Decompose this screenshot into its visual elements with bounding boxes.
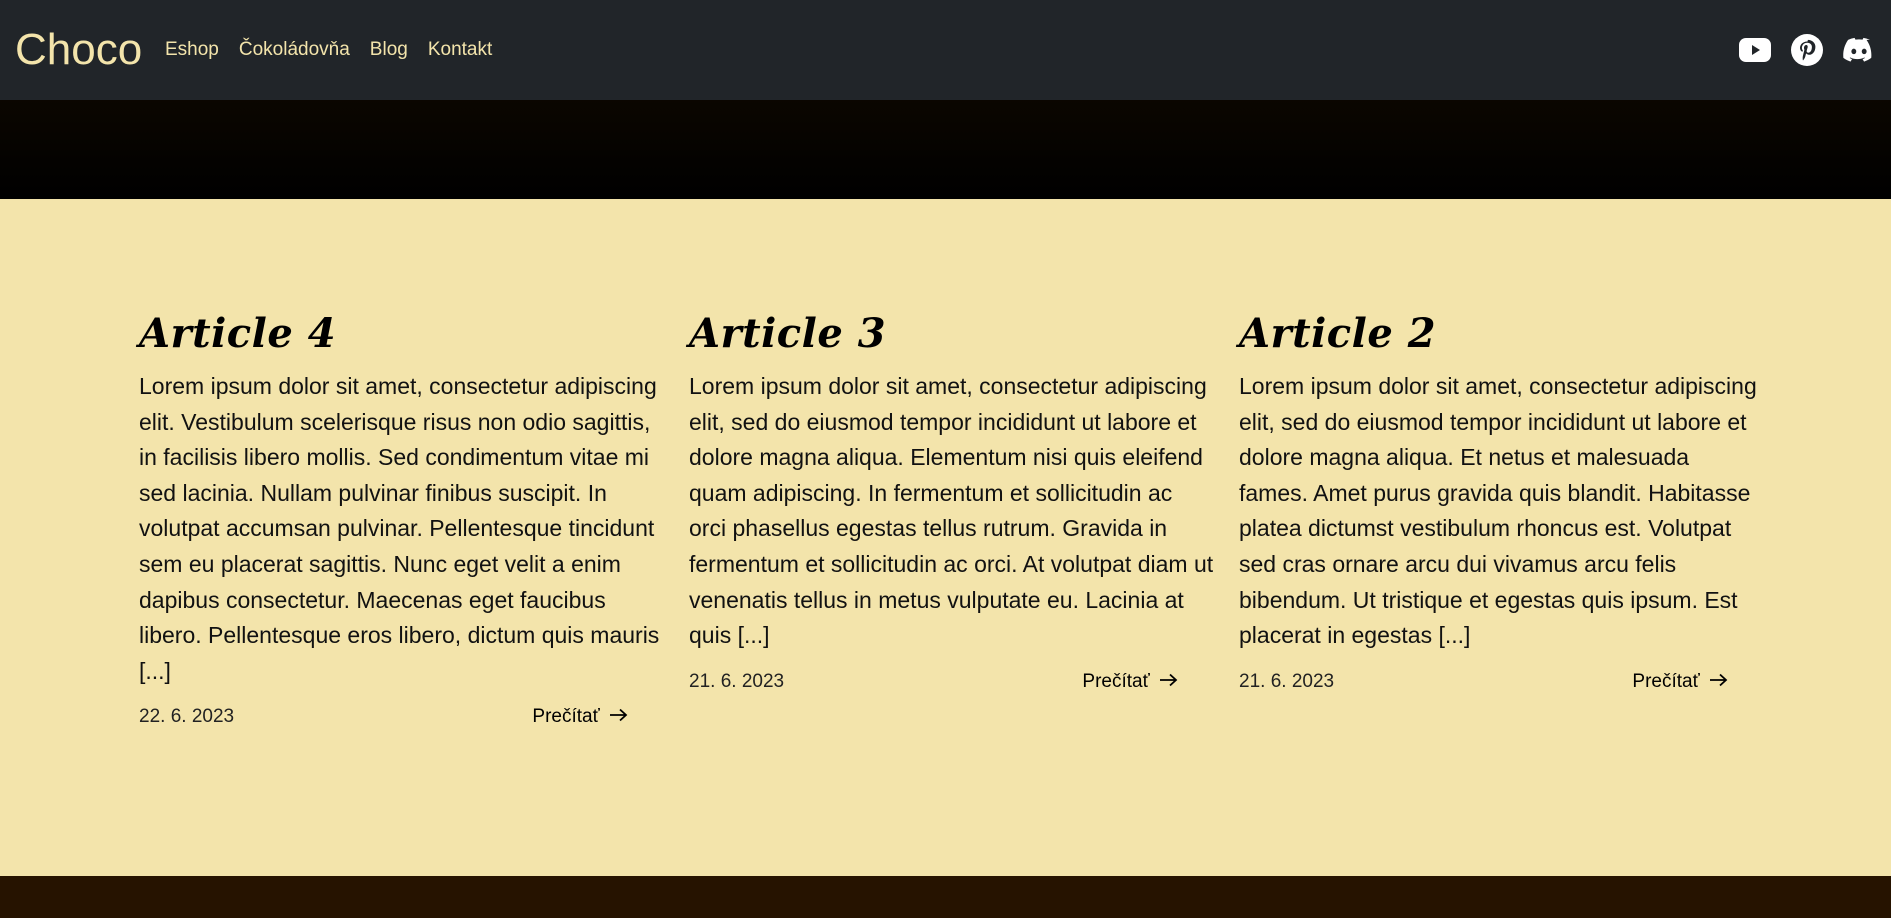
read-more-link[interactable]: Prečítať — [532, 703, 629, 731]
read-more-link[interactable]: Prečítať — [1632, 668, 1729, 696]
nav-link-eshop[interactable]: Eshop — [165, 36, 219, 64]
arrow-right-icon — [1709, 668, 1729, 696]
article-date: 21. 6. 2023 — [1239, 670, 1335, 692]
article-meta: 21. 6. 2023 Prečítať — [1239, 668, 1729, 696]
hero-banner — [0, 100, 1891, 199]
article-card: Article 3 Lorem ipsum dolor sit amet, co… — [689, 309, 1214, 696]
nav-link-blog[interactable]: Blog — [370, 36, 408, 64]
article-title[interactable]: Article 2 — [1239, 309, 1764, 359]
article-excerpt: Lorem ipsum dolor sit amet, consectetur … — [689, 373, 1214, 649]
arrow-right-icon — [1159, 668, 1179, 696]
article-meta: 21. 6. 2023 Prečítať — [689, 668, 1179, 696]
article-card: Article 4 Lorem ipsum dolor sit amet, co… — [139, 309, 664, 731]
navbar: Choco Eshop Čokoládovňa Blog Kontakt — [0, 0, 1891, 100]
read-more-link[interactable]: Prečítať — [1082, 668, 1179, 696]
brand-logo[interactable]: Choco — [15, 20, 142, 80]
article-date: 21. 6. 2023 — [689, 670, 785, 692]
article-meta: 22. 6. 2023 Prečítať — [139, 703, 629, 731]
article-title[interactable]: Article 3 — [689, 309, 1214, 359]
article-card: Article 2 Lorem ipsum dolor sit amet, co… — [1239, 309, 1764, 696]
article-excerpt: Lorem ipsum dolor sit amet, consectetur … — [1239, 373, 1757, 649]
article-date: 22. 6. 2023 — [139, 706, 235, 728]
discord-icon[interactable] — [1843, 32, 1875, 68]
pinterest-icon[interactable] — [1791, 32, 1823, 68]
footer — [0, 876, 1891, 918]
nav-link-kontakt[interactable]: Kontakt — [428, 36, 492, 64]
article-excerpt: Lorem ipsum dolor sit amet, consectetur … — [139, 373, 660, 684]
read-more-label: Prečítať — [532, 706, 600, 728]
arrow-right-icon — [609, 703, 629, 731]
article-title[interactable]: Article 4 — [139, 309, 664, 359]
read-more-label: Prečítať — [1632, 670, 1700, 692]
social-links — [1739, 32, 1875, 68]
articles-section: Article 4 Lorem ipsum dolor sit amet, co… — [0, 199, 1891, 876]
read-more-label: Prečítať — [1082, 670, 1150, 692]
nav-links: Eshop Čokoládovňa Blog Kontakt — [165, 36, 492, 64]
youtube-icon[interactable] — [1739, 32, 1771, 68]
nav-link-cokoladovna[interactable]: Čokoládovňa — [239, 36, 350, 64]
